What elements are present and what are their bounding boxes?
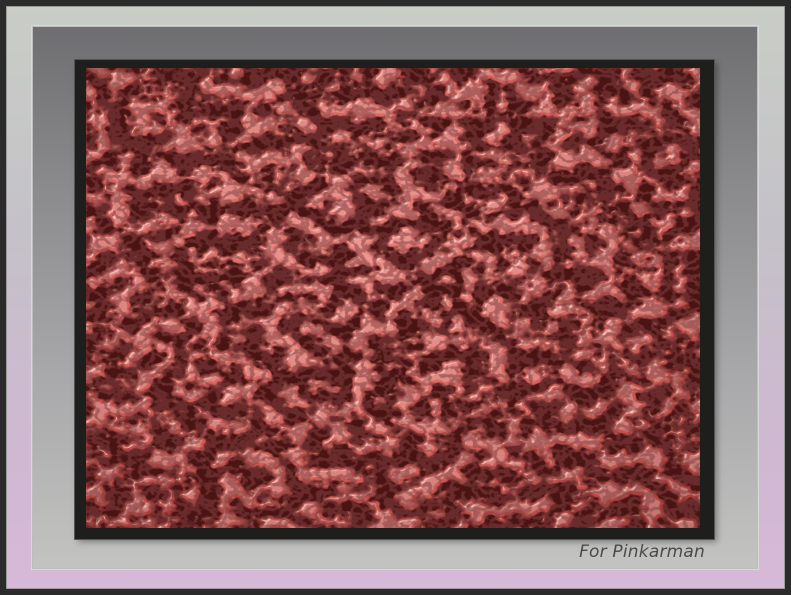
caption-text: For Pinkarman (579, 542, 705, 562)
abstract-texture-image (86, 68, 700, 528)
texture-drawing (86, 68, 700, 528)
texture-crevice-layer (86, 68, 700, 528)
